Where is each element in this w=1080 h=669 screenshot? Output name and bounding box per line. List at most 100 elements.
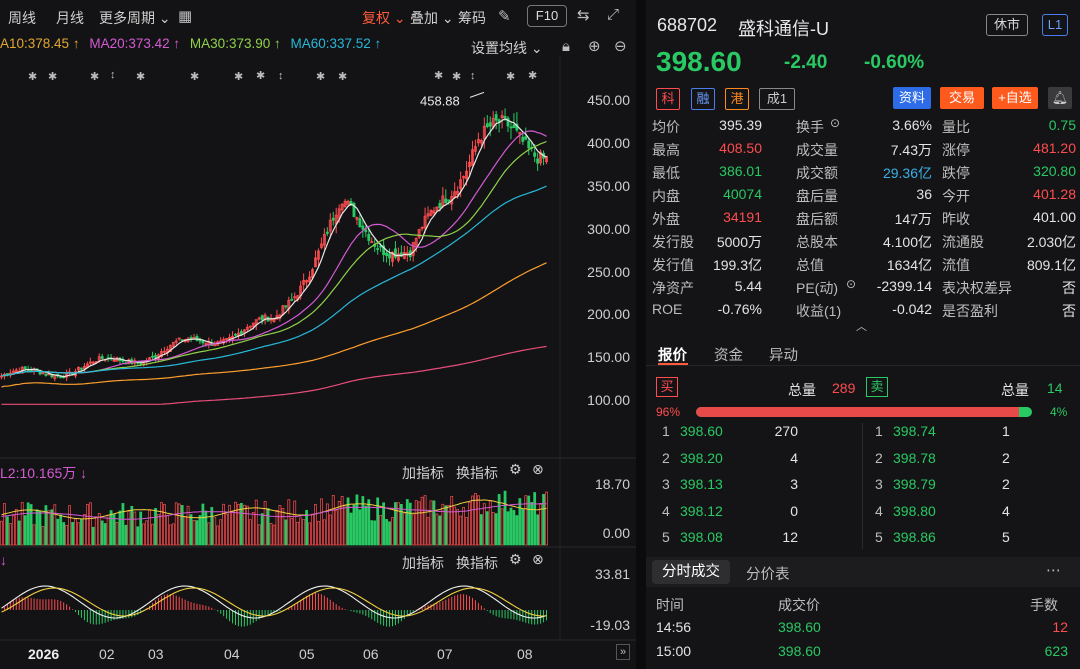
close-icon[interactable]: ⊗ [532, 461, 544, 478]
pe-info-icon[interactable]: ⊙ [846, 277, 856, 291]
stats-row: 内盘 40074 盘后量 36 今开 401.28 [646, 183, 1080, 206]
grid-layout-icon[interactable]: ▦ [178, 7, 192, 25]
volume-bar [438, 515, 442, 546]
volume-bar [74, 518, 77, 546]
volume-bar [148, 509, 151, 546]
more-icon[interactable]: ⋯ [1046, 561, 1061, 579]
gear-icon-2[interactable]: ⚙ [509, 551, 522, 568]
sell-label: 卖 [866, 377, 888, 397]
add-indicator-button[interactable]: 加指标 [402, 463, 444, 483]
bid-price[interactable]: 398.20 [680, 450, 723, 466]
event-marker[interactable]: ✱ [506, 70, 515, 83]
event-marker[interactable]: ↕ [470, 70, 476, 82]
event-marker[interactable]: ✱ [136, 70, 145, 83]
more-periods-dropdown[interactable]: 更多周期 ⌄ [99, 8, 171, 28]
tag-hk-connect[interactable]: 港 [725, 88, 749, 110]
tab-price-table[interactable]: 分价表 [746, 563, 790, 584]
kline-chart[interactable]: 458.88 [0, 0, 636, 669]
trade-time: 15:00 [656, 643, 692, 659]
swap-indicator-button[interactable]: 换指标 [456, 463, 498, 483]
chips-button[interactable]: 筹码 [458, 8, 486, 28]
fuquan-dropdown[interactable]: 复权 ⌄ [362, 8, 406, 28]
volume-bar [242, 504, 246, 546]
draw-pen-icon[interactable]: ✎ [498, 7, 511, 25]
fullscreen-icon[interactable]: ⤢ [607, 6, 619, 23]
ask-price[interactable]: 398.80 [893, 503, 936, 519]
event-marker[interactable]: ✱ [28, 70, 37, 83]
event-marker[interactable]: ✱ [338, 70, 347, 83]
bid-volume: 0 [790, 502, 798, 519]
trade-button[interactable]: 交易 [940, 87, 984, 109]
overlay-dropdown[interactable]: 叠加 ⌄ [410, 8, 454, 28]
tab-changes[interactable]: 异动 [769, 344, 798, 365]
bid-price[interactable]: 398.13 [680, 476, 723, 492]
volume-bar [160, 502, 163, 546]
candle-body [59, 376, 63, 379]
bid-price[interactable]: 398.12 [680, 503, 723, 519]
expand-right-icon[interactable]: » [616, 644, 631, 660]
event-marker[interactable]: ✱ [452, 70, 461, 83]
volume-bar [382, 502, 385, 546]
tag-margin[interactable]: 融 [691, 88, 715, 110]
level-badge[interactable]: L1 [1042, 14, 1068, 36]
volume-bar [399, 504, 403, 546]
volume-bar [494, 513, 498, 546]
volume-bar [142, 523, 146, 546]
tag-component[interactable]: 成1 [759, 88, 795, 110]
event-marker[interactable]: ✱ [316, 70, 325, 83]
volume-bar [503, 490, 507, 546]
volume-bar [521, 509, 525, 546]
set-ma-dropdown[interactable]: 设置均线 ⌄ [471, 38, 543, 58]
tab-quote[interactable]: 报价 [658, 344, 687, 365]
bid-price[interactable]: 398.08 [680, 529, 723, 545]
ask-price[interactable]: 398.78 [893, 450, 936, 466]
event-marker[interactable]: ✱ [90, 70, 99, 83]
swap-indicator-button-2[interactable]: 换指标 [456, 553, 498, 573]
f10-button[interactable]: F10 [527, 5, 567, 27]
candle-body [364, 229, 368, 233]
chart-pane[interactable]: 458.88 周线 月线 更多周期 ⌄ ▦ 复权 ⌄ 叠加 ⌄ 筹码 ✎ F10… [0, 0, 636, 669]
event-marker[interactable]: ✱ [190, 70, 199, 83]
volume-bar [257, 524, 261, 546]
bid-price[interactable]: 398.60 [680, 423, 723, 439]
event-marker[interactable]: ✱ [434, 69, 443, 82]
ask-price[interactable]: 398.79 [893, 476, 936, 492]
swap-icon[interactable]: ⇆ [577, 6, 590, 24]
event-marker[interactable]: ✱ [48, 70, 57, 83]
trade-header-volume: 手数 [1030, 597, 1058, 613]
collapse-icon[interactable]: ︿ [856, 318, 867, 334]
volume-bar [163, 504, 166, 546]
macd-axis-bottom: -19.03 [590, 617, 630, 633]
volume-bar [62, 522, 66, 546]
event-marker[interactable]: ✱ [256, 69, 265, 82]
close-icon-2[interactable]: ⊗ [532, 551, 544, 568]
event-marker[interactable]: ↕ [278, 70, 284, 82]
tab-week[interactable]: 周线 [8, 8, 36, 28]
tag-star-market[interactable]: 科 [656, 88, 680, 110]
tab-month[interactable]: 月线 [56, 8, 84, 28]
turnover-info-icon[interactable]: ⊙ [830, 116, 840, 130]
gear-icon[interactable]: ⚙ [509, 461, 522, 478]
zoom-in-icon[interactable]: ⊕ [588, 37, 601, 55]
zoom-out-icon[interactable]: ⊖ [614, 37, 627, 55]
volume-bar [91, 526, 95, 546]
ask-price[interactable]: 398.74 [893, 423, 936, 439]
ask-price[interactable]: 398.86 [893, 529, 936, 545]
event-marker[interactable]: ✱ [234, 70, 243, 83]
tab-tick-trades[interactable]: 分时成交 [652, 560, 730, 584]
price-tick: 100.00 [587, 392, 630, 408]
add-indicator-button-2[interactable]: 加指标 [402, 553, 444, 573]
sell-total-label: 总量 [1001, 382, 1029, 398]
tab-funds[interactable]: 资金 [714, 344, 743, 365]
add-watchlist-button[interactable]: +自选 [992, 87, 1038, 109]
info-button[interactable]: 资料 [893, 87, 931, 109]
volume-bar [408, 502, 412, 546]
pane-divider[interactable] [636, 0, 646, 669]
volume-bar [189, 514, 193, 546]
event-marker[interactable]: ↕ [110, 69, 116, 81]
trade-header-time: 时间 [656, 597, 684, 613]
lock-icon[interactable]: 🔒︎ [562, 38, 570, 55]
event-marker[interactable]: ✱ [528, 69, 537, 82]
trade-volume: 12 [1052, 619, 1068, 635]
bell-icon[interactable]: 🔔︎ [1048, 87, 1072, 109]
